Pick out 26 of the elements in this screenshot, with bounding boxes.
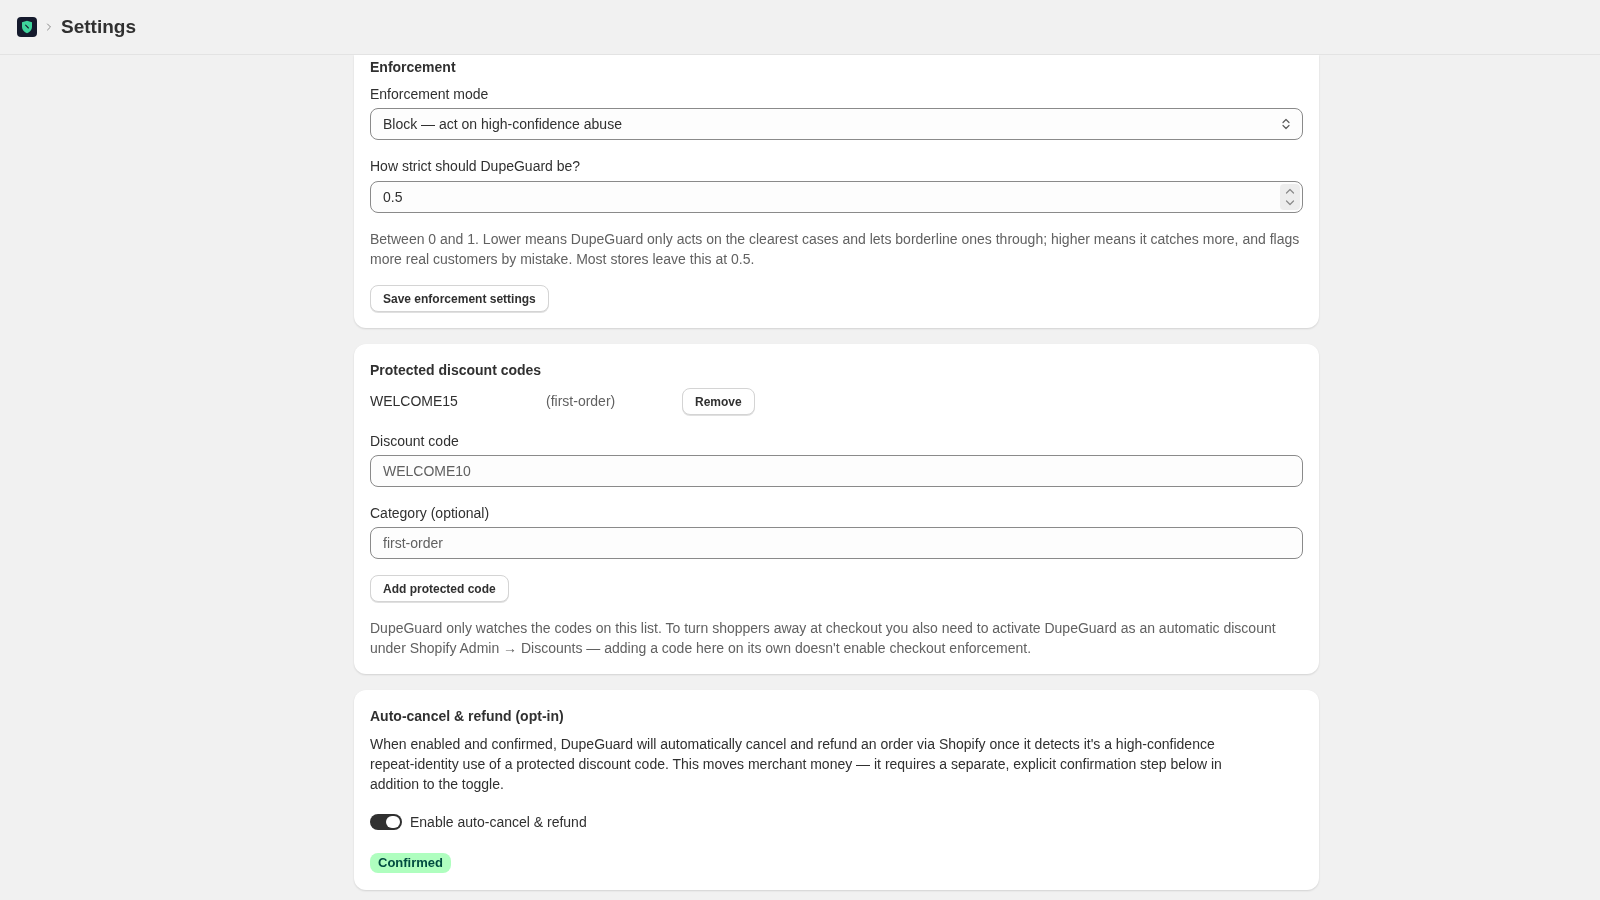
- field-label: Discount code: [370, 432, 460, 451]
- help-text: Between 0 and 1. Lower means DupeGuard only acts on the clearest cases and lets borderline ones through; higher means it catches more, and flags more real customers by mistake. Most stores leave this at 0.5.: [370, 230, 1301, 269]
- category-input[interactable]: first-order: [370, 527, 1303, 559]
- stepper-arrows-icon[interactable]: [1280, 184, 1300, 210]
- help-text: DupeGuard only watches the codes on this list. To turn shoppers away at checkout you also need to activate DupeGuard as an automatic discount under Shopify Admin → Discounts — adding a code here on its own doesn't enable checkout enforcement.: [370, 619, 1277, 658]
- field-label: How strict should DupeGuard be?: [370, 157, 582, 176]
- card-heading: Auto-cancel & refund (opt-in): [370, 707, 565, 726]
- category-text: (first-order): [546, 392, 617, 411]
- discount-code-text: WELCOME15: [370, 392, 459, 411]
- field-label: Category (optional): [370, 504, 491, 523]
- toggle-label: Enable auto-cancel & refund: [410, 813, 587, 832]
- add-code-button[interactable]: Add protected code: [370, 575, 509, 602]
- card-heading: Protected discount codes: [370, 361, 543, 380]
- save-settings-button[interactable]: Save enforcement settings: [370, 285, 549, 312]
- enforcement-mode-select[interactable]: Block — act on high-confidence abuse: [370, 108, 1303, 140]
- toggle-switch[interactable]: [370, 814, 402, 830]
- shield-logo-icon: [17, 17, 37, 37]
- field-label: Enforcement mode: [370, 85, 490, 104]
- up-down-chevron-icon: [1282, 118, 1290, 130]
- description-text: When enabled and confirmed, DupeGuard will automatically cancel and refund an order via Shopify once it detects it's a high-confidence repeat-identity use of a protected discount code. This moves merchant money — it requires a separate, explicit confirmation step below in addition to the toggle.: [370, 735, 1223, 794]
- card-heading: Enforcement: [370, 58, 457, 77]
- status-badge: Confirmed: [370, 852, 451, 873]
- strictness-number-field[interactable]: 0.5: [370, 181, 1303, 213]
- discount-code-input[interactable]: WELCOME10: [370, 455, 1303, 487]
- remove-button[interactable]: Remove: [682, 388, 755, 415]
- page-title: Settings: [61, 15, 136, 39]
